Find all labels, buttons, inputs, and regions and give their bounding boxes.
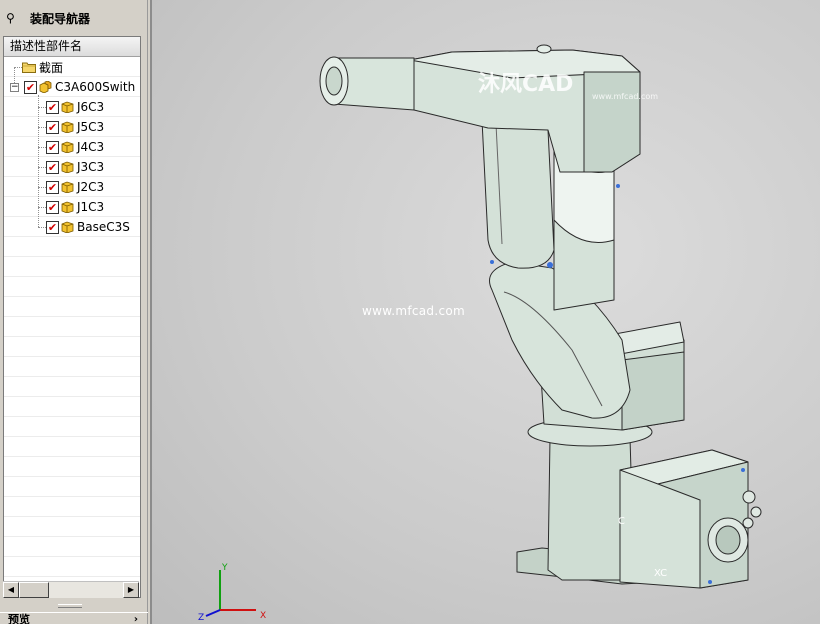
tree-node-part[interactable]: ✔ BaseC3S bbox=[46, 217, 130, 237]
collapse-toggle[interactable]: − bbox=[10, 83, 19, 92]
tree-node-label: J3C3 bbox=[77, 160, 105, 174]
watermark-url: www.mfcad.com bbox=[362, 304, 465, 318]
tree-node-part[interactable]: ✔ J1C3 bbox=[46, 197, 104, 217]
folder-icon bbox=[22, 62, 36, 73]
preview-label: 预览 bbox=[8, 613, 30, 624]
expand-arrow-icon[interactable]: › bbox=[134, 613, 138, 624]
tree-node-part[interactable]: ✔ J3C3 bbox=[46, 157, 104, 177]
visibility-checkbox[interactable]: ✔ bbox=[46, 140, 59, 154]
scroll-thumb[interactable] bbox=[19, 582, 49, 598]
column-header[interactable]: 描述性部件名 bbox=[4, 37, 140, 57]
assembly-icon bbox=[39, 81, 52, 93]
tree-node-label: J5C3 bbox=[77, 120, 105, 134]
visibility-checkbox[interactable]: ✔ bbox=[46, 160, 59, 174]
part-icon bbox=[61, 181, 74, 193]
visibility-checkbox[interactable]: ✔ bbox=[24, 80, 37, 94]
axis-y-label: Y bbox=[221, 563, 228, 573]
scroll-right-button[interactable]: ▶ bbox=[123, 582, 139, 598]
watermark-subtext: www.mfcad.com bbox=[592, 92, 659, 101]
visibility-checkbox[interactable]: ✔ bbox=[46, 180, 59, 194]
tree-node-label: C3A600Swith bbox=[55, 80, 136, 94]
scroll-left-button[interactable]: ◀ bbox=[3, 582, 19, 598]
tree-node-label: J4C3 bbox=[77, 140, 105, 154]
horizontal-scrollbar[interactable]: ◀ ▶ bbox=[3, 581, 139, 598]
tree-node-label: J1C3 bbox=[77, 200, 105, 214]
preview-section[interactable]: 预览 › bbox=[0, 612, 148, 624]
assembly-tree[interactable]: 描述性部件名 截面 − ✔ C3A600Swith ✔ J6C3 ✔ J5C3 … bbox=[3, 36, 141, 598]
tree-node-part[interactable]: ✔ J4C3 bbox=[46, 137, 104, 157]
assembly-navigator-panel: ⚲ 装配导航器 描述性部件名 截面 − ✔ C3A600Swith ✔ J6C3… bbox=[0, 0, 148, 624]
tree-node-part[interactable]: ✔ J5C3 bbox=[46, 117, 104, 137]
tree-node-part[interactable]: ✔ J2C3 bbox=[46, 177, 104, 197]
visibility-checkbox[interactable]: ✔ bbox=[46, 120, 59, 134]
tree-node-label: J6C3 bbox=[77, 100, 105, 114]
tree-node-assembly[interactable]: ✔ C3A600Swith bbox=[24, 77, 135, 97]
coordinate-triad: Y X Z bbox=[198, 563, 266, 623]
tree-node-label: 截面 bbox=[39, 60, 64, 75]
part-icon bbox=[61, 201, 74, 213]
part-icon bbox=[61, 221, 74, 233]
visibility-checkbox[interactable]: ✔ bbox=[46, 200, 59, 214]
c-label: C bbox=[618, 516, 625, 527]
axis-x-label: X bbox=[260, 611, 266, 621]
visibility-checkbox[interactable]: ✔ bbox=[46, 220, 59, 234]
tree-node-section[interactable]: 截面 bbox=[22, 57, 63, 77]
graphics-viewport[interactable]: XC C 沐风CAD www.mfcad.com www.mfcad.com Y… bbox=[150, 0, 820, 624]
xc-label: XC bbox=[654, 568, 667, 579]
part-icon bbox=[61, 161, 74, 173]
watermark-logo: 沐风CAD bbox=[478, 72, 574, 97]
panel-splitter[interactable] bbox=[58, 604, 82, 608]
part-icon bbox=[61, 121, 74, 133]
tree-node-label: BaseC3S bbox=[77, 220, 130, 234]
navigator-title-bar: ⚲ 装配导航器 bbox=[0, 0, 148, 36]
z-axis-icon bbox=[205, 609, 221, 617]
visibility-checkbox[interactable]: ✔ bbox=[46, 100, 59, 114]
tree-node-label: J2C3 bbox=[77, 180, 105, 194]
part-icon bbox=[61, 141, 74, 153]
pin-icon[interactable]: ⚲ bbox=[6, 11, 20, 25]
part-icon bbox=[61, 101, 74, 113]
axis-z-label: Z bbox=[198, 613, 204, 623]
navigator-title: 装配导航器 bbox=[30, 11, 91, 26]
tree-node-part[interactable]: ✔ J6C3 bbox=[46, 97, 104, 117]
